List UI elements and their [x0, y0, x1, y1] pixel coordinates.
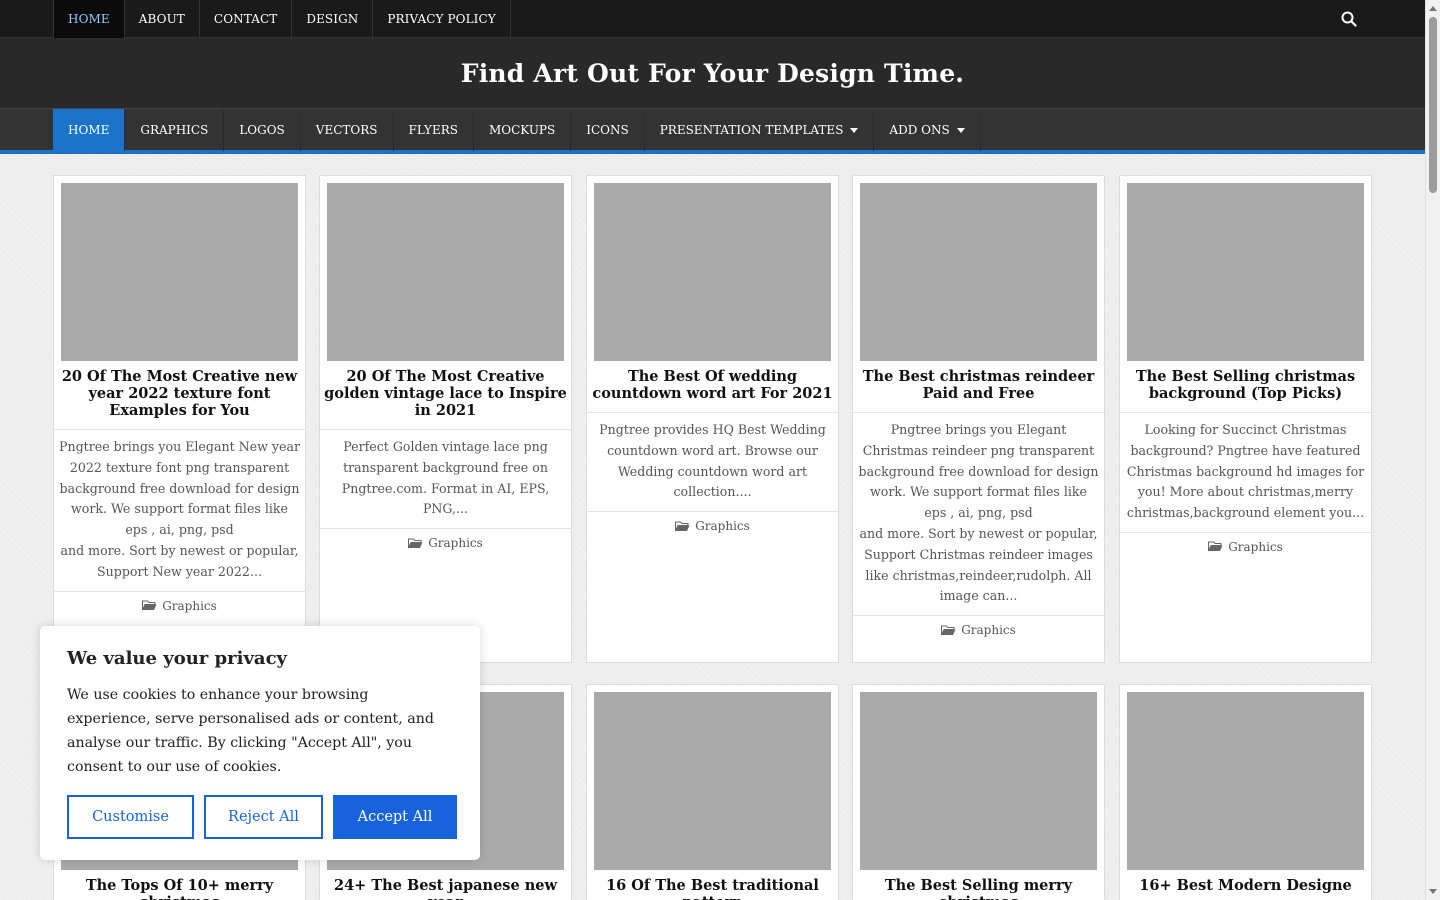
- mainnav-logos[interactable]: LOGOS: [224, 109, 301, 151]
- topnav-design[interactable]: DESIGN: [292, 0, 374, 38]
- post-card: The Best Selling merry christmas: [852, 684, 1105, 900]
- post-title[interactable]: 20 Of The Most Creative new year 2022 te…: [54, 361, 305, 419]
- mainnav-vectors[interactable]: VECTORS: [301, 109, 394, 151]
- post-excerpt: Perfect Golden vintage lace png transpar…: [341, 439, 550, 517]
- post-category-link[interactable]: Graphics: [428, 536, 483, 550]
- post-category-link[interactable]: Graphics: [1228, 540, 1283, 554]
- post-thumbnail[interactable]: [1127, 183, 1364, 361]
- post-card: 16 Of The Best traditional pattern: [586, 684, 839, 900]
- search-icon[interactable]: [1341, 11, 1357, 27]
- site-header: Find Art Out For Your Design Time.: [0, 38, 1425, 108]
- post-thumbnail[interactable]: [860, 692, 1097, 870]
- page: HOME ABOUT CONTACT DESIGN PRIVACY POLICY…: [0, 0, 1425, 900]
- post-category-link[interactable]: Graphics: [961, 623, 1016, 637]
- folder-open-icon: [941, 625, 956, 635]
- post-thumbnail[interactable]: [61, 183, 298, 361]
- post-card: The Best Selling christmas background (T…: [1119, 175, 1372, 663]
- main-navigation: HOME GRAPHICS LOGOS VECTORS FLYERS MOCKU…: [0, 108, 1425, 154]
- post-category-link[interactable]: Graphics: [162, 599, 217, 613]
- topnav-home[interactable]: HOME: [54, 0, 125, 38]
- folder-open-icon: [408, 538, 423, 548]
- post-category: Graphics: [1120, 531, 1371, 562]
- post-card: The Best Of wedding countdown word art F…: [586, 175, 839, 663]
- post-excerpt: Pngtree provides HQ Best Wedding countdo…: [599, 422, 826, 500]
- mainnav-add-ons-label: ADD ONS: [889, 123, 950, 137]
- folder-open-icon: [675, 521, 690, 531]
- topnav-privacy-policy[interactable]: PRIVACY POLICY: [373, 0, 511, 38]
- post-category-link[interactable]: Graphics: [695, 519, 750, 533]
- chevron-down-icon: [956, 127, 965, 133]
- folder-open-icon: [1208, 541, 1223, 552]
- mainnav-home[interactable]: HOME: [53, 109, 126, 151]
- reject-all-button[interactable]: Reject All: [204, 795, 323, 839]
- post-title[interactable]: The Best Of wedding countdown word art F…: [587, 361, 838, 402]
- top-bar: HOME ABOUT CONTACT DESIGN PRIVACY POLICY: [0, 0, 1425, 38]
- post-title[interactable]: The Best Selling merry christmas: [853, 870, 1104, 900]
- mainnav-icons[interactable]: ICONS: [571, 109, 645, 151]
- scrollbar-thumb[interactable]: [1429, 17, 1437, 193]
- post-title[interactable]: The Tops Of 10+ merry christmas: [54, 870, 305, 900]
- post-thumbnail[interactable]: [594, 692, 831, 870]
- post-category: Graphics: [853, 615, 1104, 645]
- top-navigation: HOME ABOUT CONTACT DESIGN PRIVACY POLICY: [53, 0, 511, 38]
- post-category: Graphics: [320, 528, 571, 558]
- post-thumbnail[interactable]: [327, 183, 564, 361]
- post-title[interactable]: 16 Of The Best traditional pattern: [587, 870, 838, 900]
- post-thumbnail[interactable]: [1127, 692, 1364, 870]
- mainnav-presentation-templates[interactable]: PRESENTATION TEMPLATES: [645, 109, 875, 151]
- site-title[interactable]: Find Art Out For Your Design Time.: [461, 59, 964, 88]
- post-title[interactable]: 16+ Best Modern Designe: [1120, 870, 1371, 894]
- post-excerpt: Pngtree brings you Elegant Christmas rei…: [858, 422, 1099, 604]
- accept-all-button[interactable]: Accept All: [333, 795, 457, 839]
- post-title[interactable]: The Best christmas reindeer Paid and Fre…: [853, 361, 1104, 402]
- post-card: The Best christmas reindeer Paid and Fre…: [852, 175, 1105, 663]
- post-thumbnail[interactable]: [860, 183, 1097, 361]
- post-excerpt: Looking for Succinct Christmas backgroun…: [1126, 422, 1365, 521]
- cookie-consent-banner: We value your privacy We use cookies to …: [40, 626, 480, 860]
- customise-button[interactable]: Customise: [67, 795, 194, 839]
- topnav-about[interactable]: ABOUT: [125, 0, 200, 38]
- mainnav-flyers[interactable]: FLYERS: [394, 109, 474, 151]
- cookie-buttons: Customise Reject All Accept All: [67, 795, 457, 839]
- post-title[interactable]: 20 Of The Most Creative golden vintage l…: [320, 361, 571, 419]
- post-category: Graphics: [587, 511, 838, 541]
- post-title[interactable]: 24+ The Best japanese new year: [320, 870, 571, 900]
- post-category: Graphics: [54, 590, 305, 621]
- post-excerpt: Pngtree brings you Elegant New year 2022…: [59, 439, 300, 579]
- scroll-down-arrow-icon[interactable]: [1429, 889, 1437, 894]
- topnav-contact[interactable]: CONTACT: [200, 0, 293, 38]
- post-thumbnail[interactable]: [594, 183, 831, 361]
- mainnav-mockups[interactable]: MOCKUPS: [474, 109, 572, 151]
- folder-open-icon: [142, 600, 157, 611]
- post-card: 16+ Best Modern Designe: [1119, 684, 1372, 900]
- cookie-title: We value your privacy: [67, 648, 287, 669]
- page-scrollbar[interactable]: [1425, 0, 1440, 900]
- scroll-up-arrow-icon[interactable]: [1429, 6, 1437, 11]
- mainnav-presentation-templates-label: PRESENTATION TEMPLATES: [659, 123, 844, 137]
- chevron-down-icon: [850, 127, 859, 133]
- post-title[interactable]: The Best Selling christmas background (T…: [1120, 361, 1371, 402]
- mainnav-graphics[interactable]: GRAPHICS: [125, 109, 225, 151]
- mainnav-add-ons[interactable]: ADD ONS: [874, 109, 981, 151]
- cookie-text: We use cookies to enhance your browsing …: [67, 687, 434, 775]
- post-card: 20 Of The Most Creative golden vintage l…: [319, 175, 572, 663]
- post-card: 20 Of The Most Creative new year 2022 te…: [53, 175, 306, 663]
